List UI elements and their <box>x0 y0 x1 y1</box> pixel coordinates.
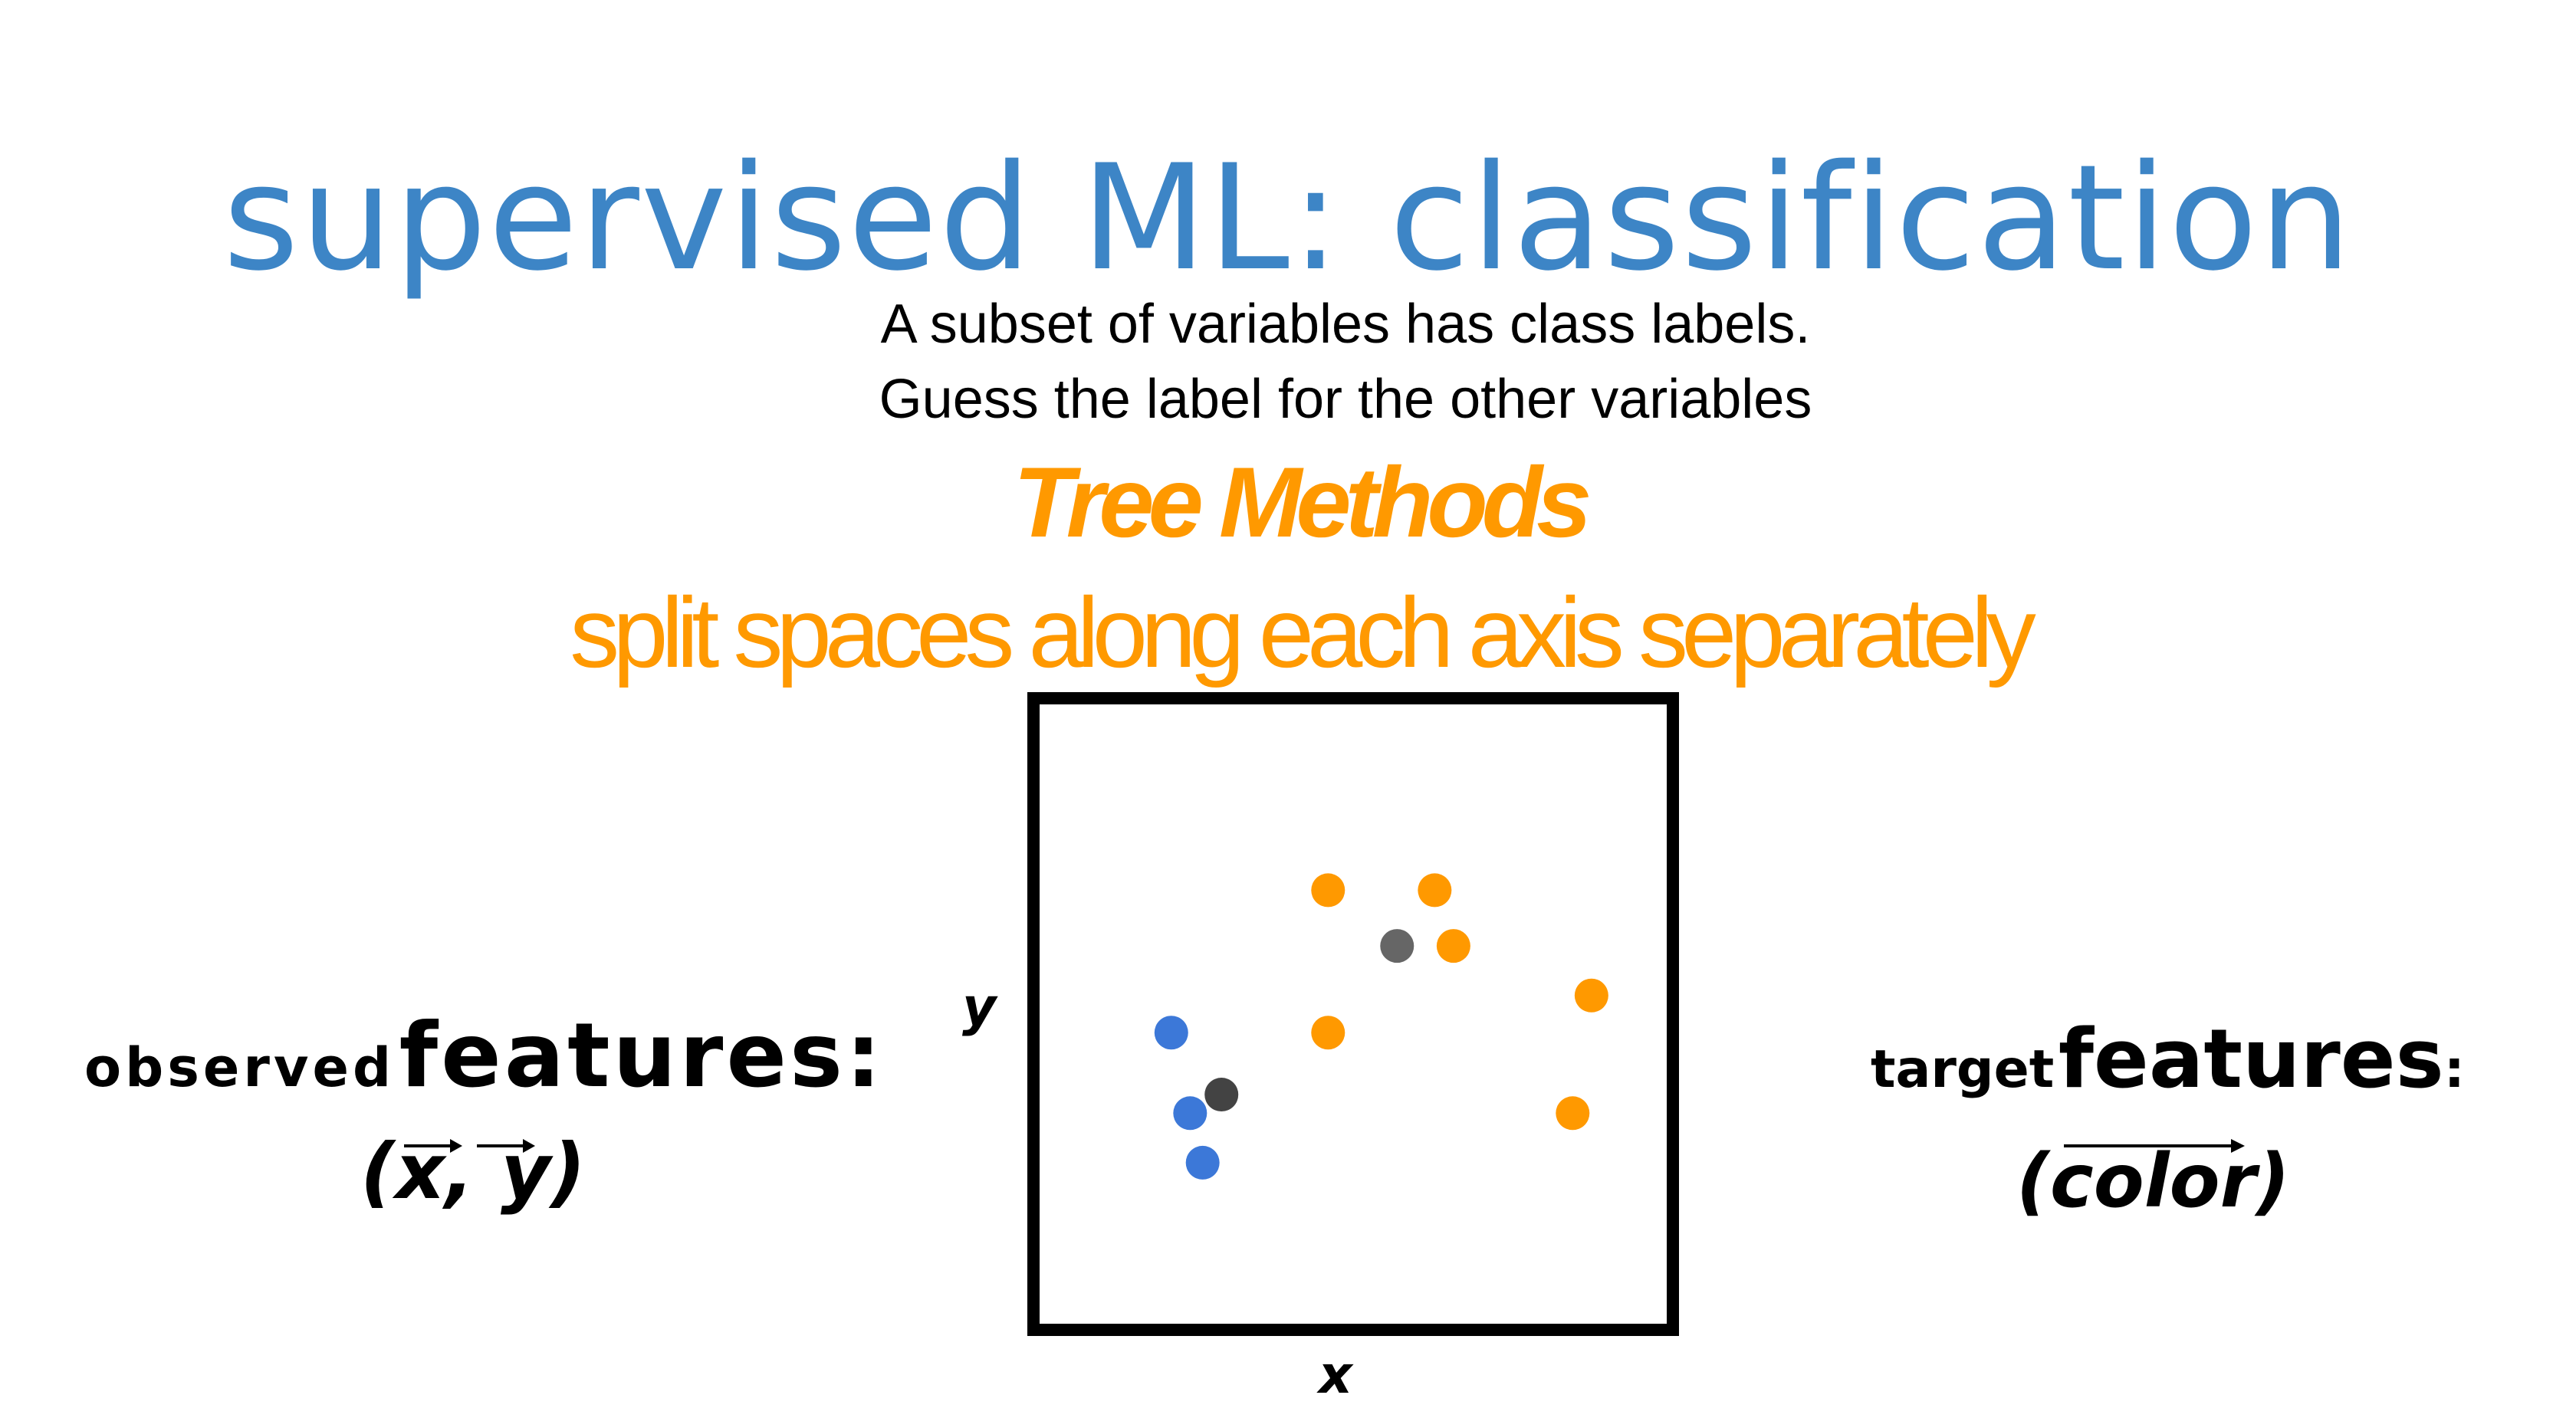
scatter-point-0-3 <box>1574 978 1608 1013</box>
target-features-label: features <box>2058 1012 2444 1106</box>
scatter-point-1-0 <box>1154 1016 1188 1050</box>
observed-label: observed <box>84 1036 396 1099</box>
scatter-point-0-2 <box>1436 929 1470 963</box>
scatter-point-3-0 <box>1204 1078 1239 1112</box>
method-heading: Tree Methods <box>1013 446 1592 558</box>
scatter-point-0-0 <box>1311 873 1346 908</box>
slide-title: supervised ML: classification <box>222 133 2354 303</box>
target-label: target <box>1871 1039 2055 1100</box>
scatter-plot <box>1027 692 1679 1336</box>
plot-frame <box>1027 692 1679 1336</box>
scatter-point-1-2 <box>1185 1145 1220 1180</box>
data-points <box>1154 873 1608 1180</box>
target-features-heading: target features: <box>1871 1012 2465 1106</box>
scatter-point-2-0 <box>1380 929 1414 963</box>
observed-vector: (x, y) <box>360 1127 586 1216</box>
observed-features-label: features: <box>399 1004 885 1108</box>
scatter-point-0-1 <box>1418 873 1452 908</box>
method-tagline: split spaces along each axis separately <box>570 576 2036 688</box>
x-axis-label: x <box>1319 1345 1352 1406</box>
target-colon: : <box>2443 1039 2465 1100</box>
observed-features-heading: observed features: <box>84 1004 884 1108</box>
scatter-point-1-1 <box>1173 1096 1208 1131</box>
subtitle-line-1: A subset of variables has class labels. <box>880 294 1811 355</box>
subtitle-line-2: Guess the label for the other variables <box>879 369 1812 430</box>
y-axis-label: y <box>962 977 997 1038</box>
scatter-point-0-5 <box>1556 1096 1590 1131</box>
scatter-point-0-4 <box>1311 1016 1346 1050</box>
target-vector: (color) <box>2016 1138 2290 1224</box>
